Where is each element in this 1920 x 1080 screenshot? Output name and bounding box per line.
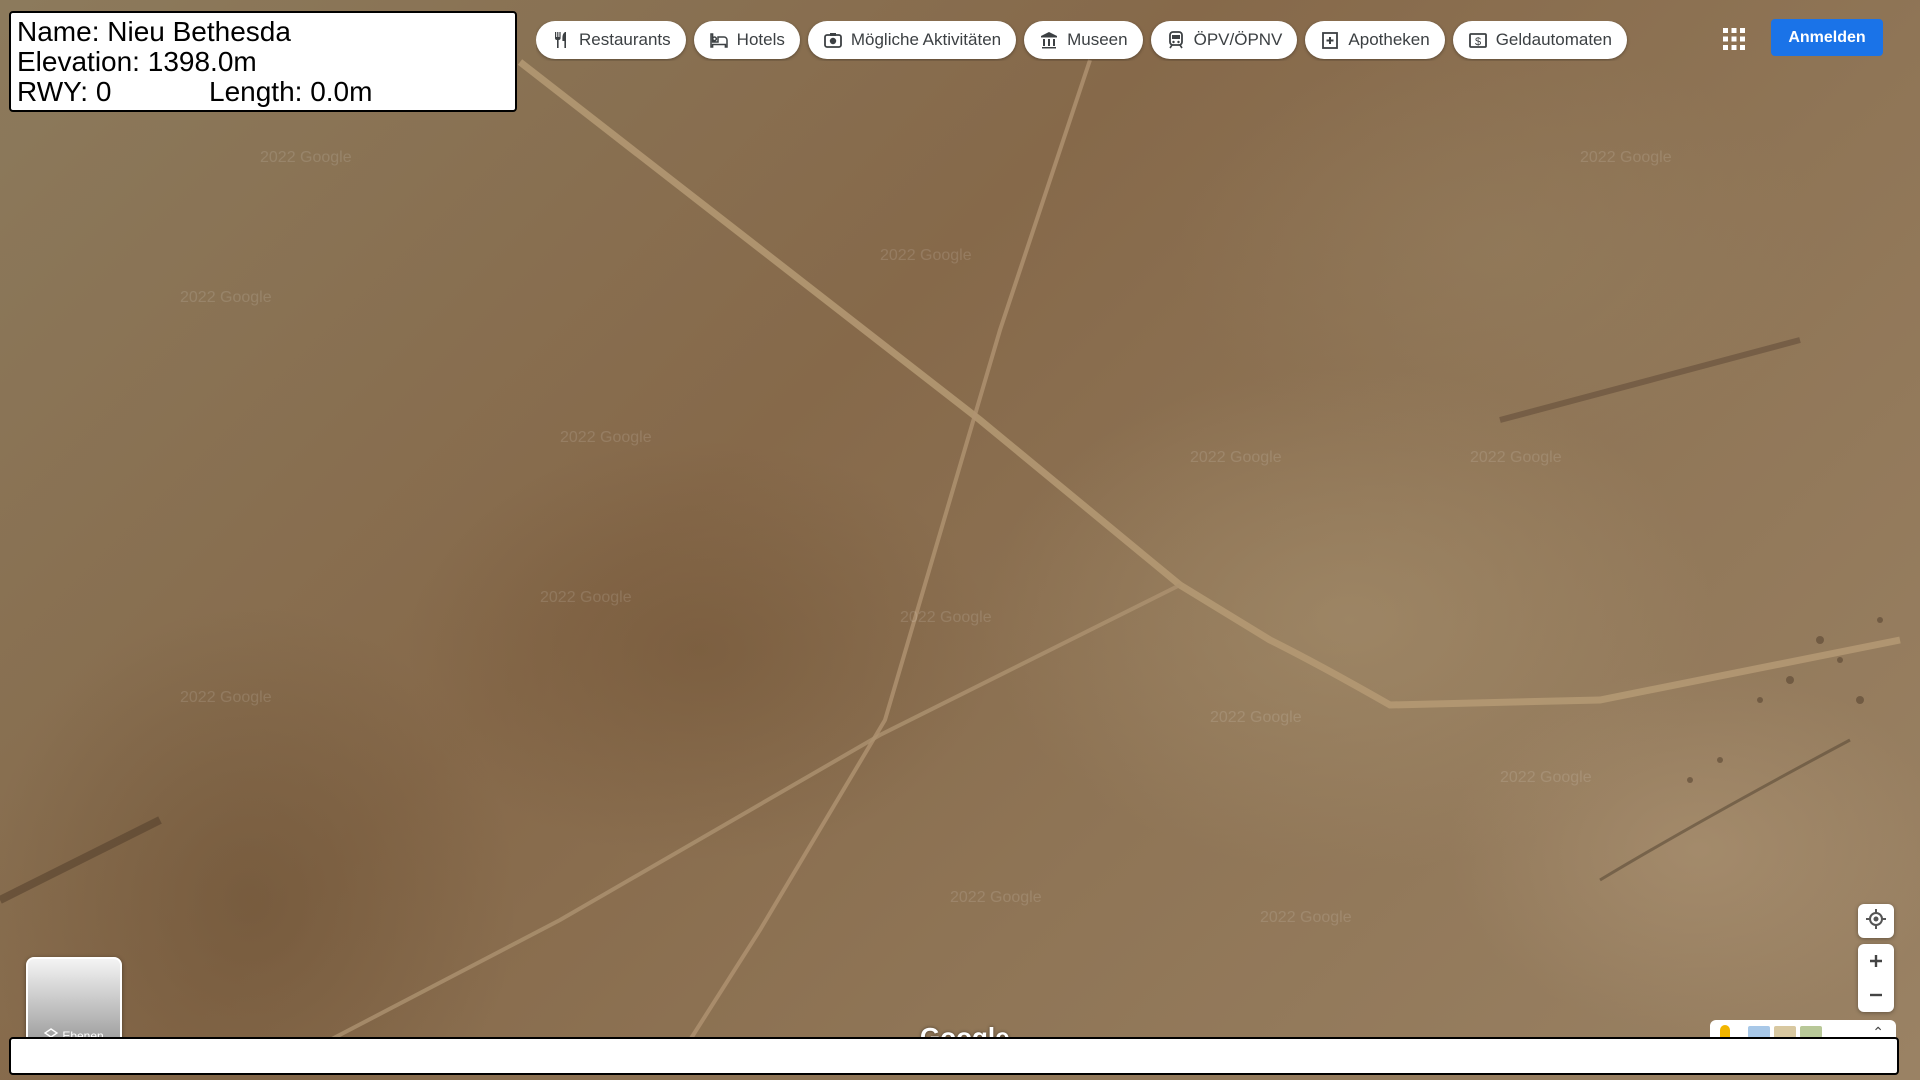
plus-icon (1870, 955, 1882, 967)
chip-label: Geldautomaten (1495, 30, 1612, 49)
svg-text:$: $ (1475, 36, 1481, 48)
museum-icon (1039, 30, 1059, 50)
pharmacy-icon (1320, 30, 1340, 50)
chip-pharmacies[interactable]: Apotheken (1305, 21, 1445, 59)
airfield-length: Length: 0.0m (209, 76, 373, 107)
map-terrain: 2022 Google 2022 Google 2022 Google 2022… (0, 59, 1901, 1042)
map-watermark: 2022 Google (1190, 449, 1282, 466)
zoom-out-button[interactable] (1858, 978, 1894, 1012)
airfield-runway: RWY: 0 (17, 76, 112, 107)
airfield-elevation: Elevation: 1398.0m (17, 46, 257, 77)
map-watermark: 2022 Google (1470, 449, 1562, 466)
atm-icon: $ (1468, 30, 1488, 50)
chip-restaurants[interactable]: Restaurants (536, 21, 686, 59)
chip-activities[interactable]: Mögliche Aktivitäten (807, 21, 1017, 59)
signin-button[interactable]: Anmelden (1771, 19, 1883, 56)
airfield-name: Name: Nieu Bethesda (17, 16, 291, 47)
map-watermark: 2022 Google (900, 609, 992, 626)
map-watermark: 2022 Google (1260, 909, 1352, 926)
map-watermark: 2022 Google (180, 689, 272, 706)
camera-icon (823, 30, 843, 50)
chip-hotels[interactable]: Hotels (693, 21, 800, 59)
zoom-control (1858, 944, 1894, 1012)
chip-label: Mögliche Aktivitäten (850, 30, 1002, 49)
crosshair-icon (1865, 908, 1887, 935)
chip-label: ÖPV/ÖPNV (1193, 30, 1283, 49)
layers-toggle[interactable]: Ebenen (26, 957, 122, 1047)
airfield-info-panel: Name: Nieu Bethesda Elevation: 1398.0m R… (9, 11, 517, 112)
chip-label: Museen (1067, 30, 1128, 49)
chip-label: Restaurants (579, 30, 671, 49)
map-watermark: 2022 Google (950, 889, 1042, 906)
minus-icon (1870, 993, 1882, 997)
chip-label: Hotels (736, 30, 785, 49)
map-watermark: 2022 Google (1210, 709, 1302, 726)
map-watermark: 2022 Google (880, 247, 972, 264)
chip-atms[interactable]: $ Geldautomaten (1452, 21, 1627, 59)
map-watermark: 2022 Google (560, 429, 652, 446)
fork-knife-icon (551, 30, 571, 50)
chip-museums[interactable]: Museen (1024, 21, 1143, 59)
chip-label: Apotheken (1348, 30, 1430, 49)
bed-icon (709, 30, 729, 50)
apps-grid-icon[interactable] (1720, 25, 1748, 53)
train-icon (1166, 30, 1186, 50)
chip-transit[interactable]: ÖPV/ÖPNV (1150, 21, 1298, 59)
satellite-map[interactable]: 2022 Google 2022 Google 2022 Google 2022… (0, 0, 1920, 1080)
my-location-button[interactable] (1858, 904, 1894, 938)
category-chips: Restaurants Hotels Mögliche Aktivitäten … (536, 21, 1649, 61)
map-watermark: 2022 Google (540, 589, 632, 606)
map-watermark: 2022 Google (260, 149, 352, 166)
zoom-in-button[interactable] (1858, 944, 1894, 978)
bottom-text-bar (9, 1037, 1899, 1075)
map-watermark: 2022 Google (1580, 149, 1672, 166)
map-watermark: 2022 Google (180, 289, 272, 306)
map-watermark: 2022 Google (1500, 769, 1592, 786)
